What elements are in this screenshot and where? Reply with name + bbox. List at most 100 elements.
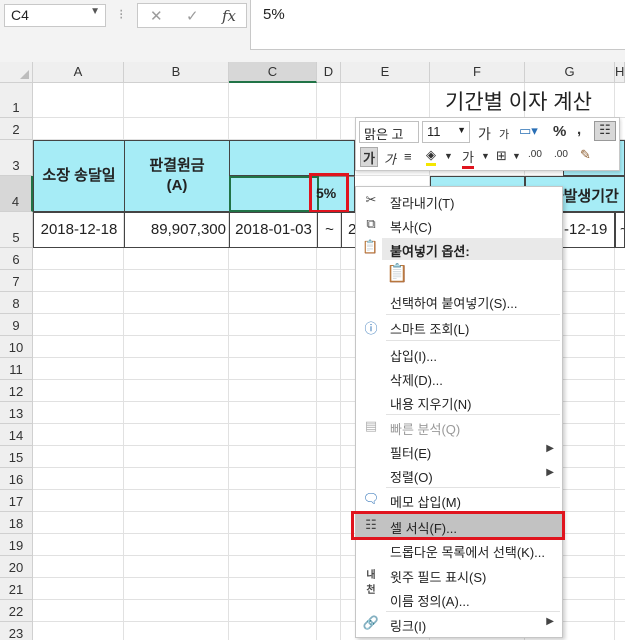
copy-icon: ⧉ — [366, 216, 376, 231]
highlight-box-format-cells — [351, 511, 565, 540]
italic-icon[interactable]: 가 — [384, 149, 396, 168]
grow-font-icon[interactable]: 가 — [478, 124, 491, 144]
column-header-e[interactable]: E — [341, 62, 430, 83]
row-header-23[interactable]: 23 — [0, 622, 33, 640]
borders-icon[interactable]: ⊞ — [496, 148, 507, 164]
header-cell-b[interactable]: 판결원금 (A) — [124, 140, 230, 212]
column-header-a[interactable]: A — [33, 62, 124, 83]
more-options-icon[interactable]: ⁝ — [119, 6, 123, 23]
menu-item-smart-lookup[interactable]: ⓘ 스마트 조회(L) — [356, 315, 562, 339]
paste-icon[interactable]: 📋 — [386, 263, 412, 289]
menu-item-phonetic-field[interactable]: 내천 윗주 필드 표시(S) — [356, 563, 562, 596]
column-header-d[interactable]: D — [317, 62, 341, 83]
context-menu: ✂ 잘라내기(T) ⧉ 복사(C) 붙여넣기 옵션: 📋 📋 선택하여 붙여넣기… — [355, 186, 563, 638]
column-header-b[interactable]: B — [124, 62, 229, 83]
cell-b5[interactable]: 89,907,300 — [124, 212, 230, 248]
paste-options-header: 붙여넣기 옵션: — [382, 238, 562, 260]
cell-d5[interactable]: ~ — [317, 212, 342, 248]
name-box[interactable]: C4 ▼ — [4, 4, 106, 27]
row-header-6[interactable]: 6 — [0, 248, 33, 270]
align-center-icon[interactable]: ≡ — [404, 149, 412, 164]
row-header-4[interactable]: 4 — [0, 176, 33, 212]
menu-item-pick-from-list[interactable]: 드롭다운 목록에서 선택(K)... — [356, 538, 562, 562]
menu-item-define-name[interactable]: 이름 정의(A)... — [356, 587, 562, 611]
sheet-title[interactable]: 기간별 이자 계산 — [445, 86, 592, 116]
row-header-7[interactable]: 7 — [0, 270, 33, 292]
cell-h5[interactable]: ~ — [615, 212, 625, 248]
menu-item-quick-analysis[interactable]: ▤ 빠른 분석(Q) — [356, 415, 562, 439]
row-header-14[interactable]: 14 — [0, 424, 33, 446]
chevron-down-icon[interactable]: ▼ — [90, 6, 100, 17]
chevron-down-icon[interactable]: ▼ — [512, 151, 521, 161]
menu-item-cut[interactable]: ✂ 잘라내기(T) — [356, 189, 562, 213]
row-header-22[interactable]: 22 — [0, 600, 33, 622]
format-painter-icon[interactable]: ✎ — [580, 147, 591, 163]
submenu-arrow-icon: ▶ — [546, 616, 554, 627]
chevron-down-icon[interactable]: ▼ — [481, 151, 490, 161]
menu-item-insert[interactable]: 삽입(I)... — [356, 342, 562, 366]
menu-item-clear-contents[interactable]: 내용 지우기(N) — [356, 390, 562, 414]
row-header-3[interactable]: 3 — [0, 140, 33, 176]
fill-color-icon[interactable]: ◈ — [426, 147, 436, 166]
header-cell-c3[interactable] — [229, 140, 355, 176]
font-size-box[interactable]: 11 ▼ — [422, 121, 470, 143]
percent-icon[interactable]: % — [553, 123, 566, 140]
font-color-icon[interactable]: 가 — [462, 147, 474, 169]
menu-item-insert-comment[interactable]: 🗨 메모 삽입(M) — [356, 488, 562, 512]
formula-bar-area: C4 ▼ ⁝ ✕ ✓ fx 5% — [0, 0, 625, 62]
row-header-5[interactable]: 5 — [0, 212, 33, 248]
row-header-11[interactable]: 11 — [0, 358, 33, 380]
header-b-line1: 판결원금 — [149, 157, 205, 174]
cell-c4-value[interactable]: 5% — [316, 185, 336, 201]
menu-item-link[interactable]: 🔗 링크(I) ▶ — [356, 612, 562, 636]
header-b-line2: (A) — [166, 177, 188, 194]
row-header-16[interactable]: 16 — [0, 468, 33, 490]
menu-item-delete[interactable]: 삭제(D)... — [356, 366, 562, 390]
select-all-corner[interactable] — [0, 62, 33, 83]
column-header-h[interactable]: H — [615, 62, 625, 83]
accounting-format-icon[interactable]: ▭▾ — [519, 123, 538, 139]
name-box-value: C4 — [11, 7, 29, 23]
row-header-8[interactable]: 8 — [0, 292, 33, 314]
cell-a5[interactable]: 2018-12-18 — [33, 212, 125, 248]
row-header-1[interactable]: 1 — [0, 83, 33, 118]
row-header-15[interactable]: 15 — [0, 446, 33, 468]
formula-input[interactable]: 5% — [250, 0, 625, 50]
row-header-10[interactable]: 10 — [0, 336, 33, 358]
row-header-12[interactable]: 12 — [0, 380, 33, 402]
check-icon[interactable]: ✓ — [186, 7, 199, 25]
bold-icon[interactable]: 가 — [360, 147, 378, 167]
cancel-icon[interactable]: ✕ — [150, 7, 163, 25]
row-header-2[interactable]: 2 — [0, 118, 33, 140]
menu-item-paste-special[interactable]: 선택하여 붙여넣기(S)... — [356, 289, 562, 313]
chevron-down-icon[interactable]: ▼ — [457, 125, 466, 135]
column-header-g[interactable]: G — [525, 62, 615, 83]
chevron-down-icon[interactable]: ▼ — [444, 151, 453, 161]
insert-function-icon[interactable]: fx — [222, 7, 236, 25]
formula-buttons: ✕ ✓ fx — [137, 3, 247, 28]
font-name-box[interactable]: 맑은 고딕 — [359, 121, 419, 161]
submenu-arrow-icon: ▶ — [546, 467, 554, 478]
cell-e5[interactable]: 2 — [341, 212, 356, 248]
row-header-13[interactable]: 13 — [0, 402, 33, 424]
column-header-c[interactable]: C — [229, 62, 317, 83]
comma-icon[interactable]: , — [577, 121, 581, 138]
menu-item-sort[interactable]: 정렬(O) ▶ — [356, 463, 562, 487]
header-cell-a[interactable]: 소장 송달일 — [33, 140, 125, 212]
row-header-9[interactable]: 9 — [0, 314, 33, 336]
comment-icon: 🗨 — [362, 491, 380, 506]
menu-item-filter[interactable]: 필터(E) ▶ — [356, 439, 562, 463]
row-header-21[interactable]: 21 — [0, 578, 33, 600]
shrink-font-icon[interactable]: 가 — [499, 126, 509, 142]
menu-item-copy[interactable]: ⧉ 복사(C) — [356, 213, 562, 237]
column-header-f[interactable]: F — [430, 62, 525, 83]
increase-decimal-icon[interactable]: .00 — [528, 149, 542, 160]
row-header-19[interactable]: 19 — [0, 534, 33, 556]
row-header-18[interactable]: 18 — [0, 512, 33, 534]
submenu-arrow-icon: ▶ — [546, 443, 554, 454]
format-painter-table-icon[interactable]: ☷ — [594, 121, 616, 141]
decrease-decimal-icon[interactable]: .00 — [554, 149, 568, 160]
row-header-17[interactable]: 17 — [0, 490, 33, 512]
cell-c5[interactable]: 2018-01-03 — [229, 212, 318, 248]
row-header-20[interactable]: 20 — [0, 556, 33, 578]
